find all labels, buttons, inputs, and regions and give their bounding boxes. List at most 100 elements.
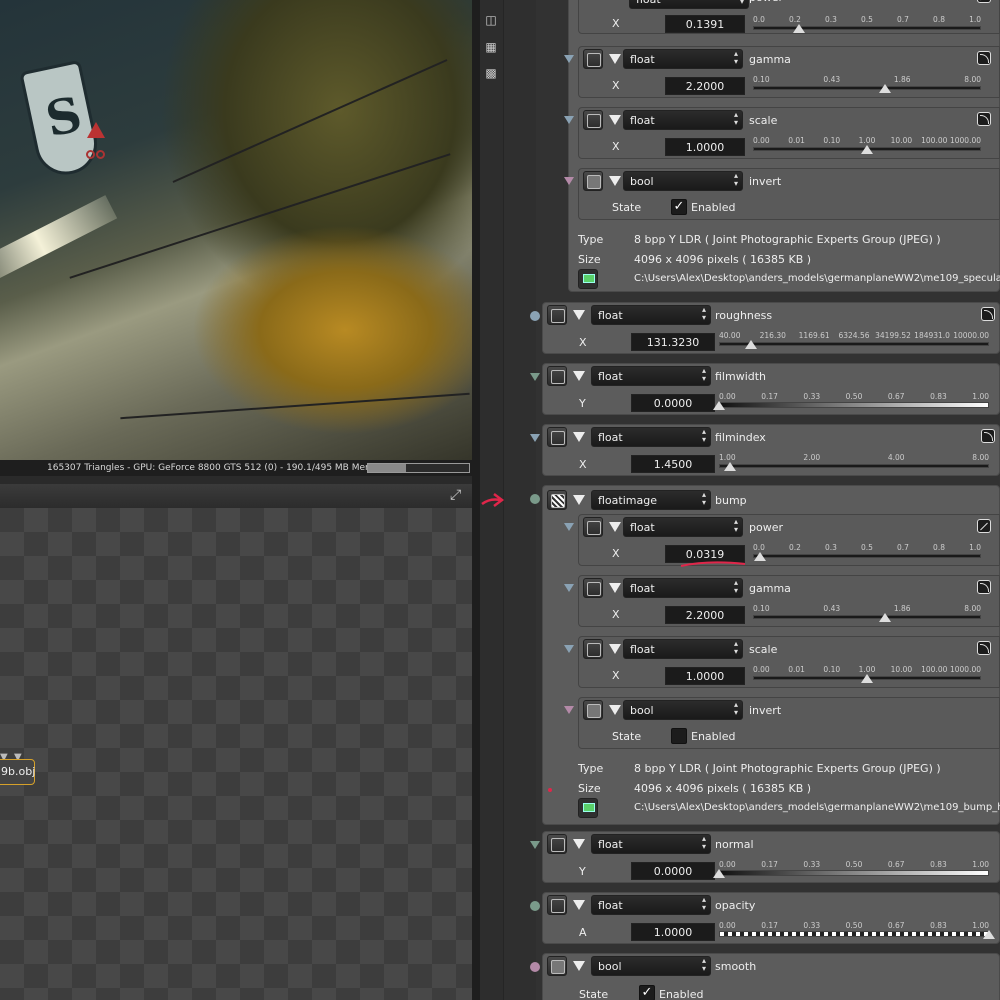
- collapse-icon[interactable]: [609, 644, 621, 654]
- input-pin[interactable]: [564, 523, 574, 531]
- slider-thumb[interactable]: [713, 401, 725, 410]
- bump-gamma-value[interactable]: 2.2000: [665, 606, 745, 624]
- spec-power-type-select[interactable]: float: [629, 0, 749, 9]
- slider-track[interactable]: [719, 402, 989, 408]
- roughness-type-select[interactable]: float: [591, 305, 711, 325]
- open-file-icon[interactable]: [578, 269, 598, 289]
- slider-track[interactable]: [753, 26, 981, 30]
- bool-node-icon[interactable]: [547, 956, 567, 976]
- slider-thumb[interactable]: [861, 674, 873, 683]
- float-node-icon[interactable]: [583, 578, 603, 598]
- linear-curve-icon[interactable]: [977, 0, 991, 3]
- collapse-icon[interactable]: [573, 371, 585, 381]
- expand-icon[interactable]: ⤢: [450, 487, 461, 503]
- collapse-icon[interactable]: [573, 839, 585, 849]
- float-node-icon[interactable]: [547, 834, 567, 854]
- input-pin[interactable]: [530, 373, 540, 381]
- slider-track[interactable]: [719, 464, 989, 468]
- roughness-value[interactable]: 131.3230: [631, 333, 715, 351]
- input-pin[interactable]: [530, 962, 540, 972]
- collapse-icon[interactable]: [573, 310, 585, 320]
- input-pin[interactable]: [564, 177, 574, 185]
- float-node-icon[interactable]: [547, 366, 567, 386]
- bump-scale-slider[interactable]: 0.00 0.01 0.10 1.00 10.00 100.00 1000.00: [753, 665, 981, 687]
- slider-thumb[interactable]: [745, 340, 758, 349]
- collapse-icon[interactable]: [609, 54, 621, 64]
- slider-track[interactable]: [719, 870, 989, 876]
- bump-invert-checkbox[interactable]: [671, 728, 687, 744]
- slider-thumb[interactable]: [983, 930, 995, 939]
- collapse-icon[interactable]: [609, 522, 621, 532]
- render-viewport[interactable]: S: [0, 0, 472, 460]
- float-node-icon[interactable]: [547, 895, 567, 915]
- float-node-icon[interactable]: [583, 49, 603, 69]
- input-pin[interactable]: [530, 311, 540, 321]
- normal-type-select[interactable]: float: [591, 834, 711, 854]
- slider-thumb[interactable]: [879, 613, 892, 622]
- filmwidth-slider[interactable]: 0.00 0.17 0.33 0.50 0.67 0.83 1.00: [713, 392, 989, 414]
- filmindex-value[interactable]: 1.4500: [631, 455, 715, 473]
- filmindex-slider[interactable]: 1.00 2.00 4.00 8.00: [719, 453, 989, 475]
- float-node-icon[interactable]: [583, 110, 603, 130]
- filmwidth-type-select[interactable]: float: [591, 366, 711, 386]
- collapse-icon[interactable]: [573, 432, 585, 442]
- bump-type-select[interactable]: floatimage: [591, 490, 711, 510]
- curve-icon[interactable]: [981, 429, 995, 443]
- slider-thumb[interactable]: [713, 869, 725, 878]
- spec-invert-checkbox[interactable]: ✓: [671, 199, 687, 215]
- collapse-icon[interactable]: [573, 495, 585, 505]
- collapse-icon[interactable]: [573, 900, 585, 910]
- smooth-checkbox[interactable]: ✓: [639, 985, 655, 1000]
- spec-power-value[interactable]: 0.1391: [665, 15, 745, 33]
- node-graph-canvas[interactable]: [0, 508, 472, 1000]
- smooth-type-select[interactable]: bool: [591, 956, 711, 976]
- image-node-icon[interactable]: [547, 490, 567, 510]
- slider-thumb[interactable]: [879, 84, 892, 93]
- input-pin[interactable]: [530, 434, 540, 442]
- float-node-icon[interactable]: [547, 427, 567, 447]
- spec-gamma-type-select[interactable]: float: [623, 49, 743, 69]
- open-file-icon[interactable]: [578, 798, 598, 818]
- collapse-icon[interactable]: [609, 176, 621, 186]
- input-pin[interactable]: [530, 901, 540, 911]
- spec-scale-slider[interactable]: 0.00 0.01 0.10 1.00 10.00 100.00 1000.00: [753, 136, 981, 158]
- slider-track[interactable]: [753, 554, 981, 558]
- bump-gamma-slider[interactable]: 0.10 0.43 1.86 8.00: [753, 604, 981, 626]
- input-pin[interactable]: [564, 706, 574, 714]
- slider-track[interactable]: [719, 931, 989, 937]
- opacity-type-select[interactable]: float: [591, 895, 711, 915]
- collapse-icon[interactable]: [609, 705, 621, 715]
- bump-scale-value[interactable]: 1.0000: [665, 667, 745, 685]
- slider-thumb[interactable]: [861, 145, 873, 154]
- spec-scale-type-select[interactable]: float: [623, 110, 743, 130]
- curve-icon[interactable]: [977, 112, 991, 126]
- float-node-icon[interactable]: [547, 305, 567, 325]
- mesh-node[interactable]: 9b.obj: [0, 759, 35, 785]
- bump-scale-type-select[interactable]: float: [623, 639, 743, 659]
- bump-power-type-select[interactable]: float: [623, 517, 743, 537]
- curve-icon[interactable]: [977, 641, 991, 655]
- spec-power-slider[interactable]: 0.0 0.2 0.3 0.5 0.7 0.8 1.0: [753, 15, 981, 37]
- slider-thumb[interactable]: [753, 552, 766, 561]
- input-pin[interactable]: [530, 841, 540, 849]
- float-node-icon[interactable]: [583, 639, 603, 659]
- input-pin[interactable]: [530, 494, 540, 504]
- roughness-slider[interactable]: 40.00 216.30 1169.61 6324.56 34199.52 184931.…: [719, 331, 989, 353]
- collapse-icon[interactable]: [573, 961, 585, 971]
- bool-node-icon[interactable]: [583, 700, 603, 720]
- slider-thumb[interactable]: [792, 24, 805, 33]
- bump-invert-type-select[interactable]: bool: [623, 700, 743, 720]
- input-pin[interactable]: [564, 116, 574, 124]
- curve-icon[interactable]: [977, 51, 991, 65]
- collapse-icon[interactable]: [609, 583, 621, 593]
- normal-slider[interactable]: 0.00 0.17 0.33 0.50 0.67 0.83 1.00: [713, 860, 989, 882]
- filmwidth-value[interactable]: 0.0000: [631, 394, 715, 412]
- filmindex-type-select[interactable]: float: [591, 427, 711, 447]
- opacity-value[interactable]: 1.0000: [631, 923, 715, 941]
- spec-scale-value[interactable]: 1.0000: [665, 138, 745, 156]
- slider-track[interactable]: [753, 615, 981, 619]
- curve-icon[interactable]: [981, 307, 995, 321]
- collapse-icon[interactable]: [609, 115, 621, 125]
- float-node-icon[interactable]: [583, 517, 603, 537]
- bump-power-slider[interactable]: 0.0 0.2 0.3 0.5 0.7 0.8 1.0: [753, 543, 981, 565]
